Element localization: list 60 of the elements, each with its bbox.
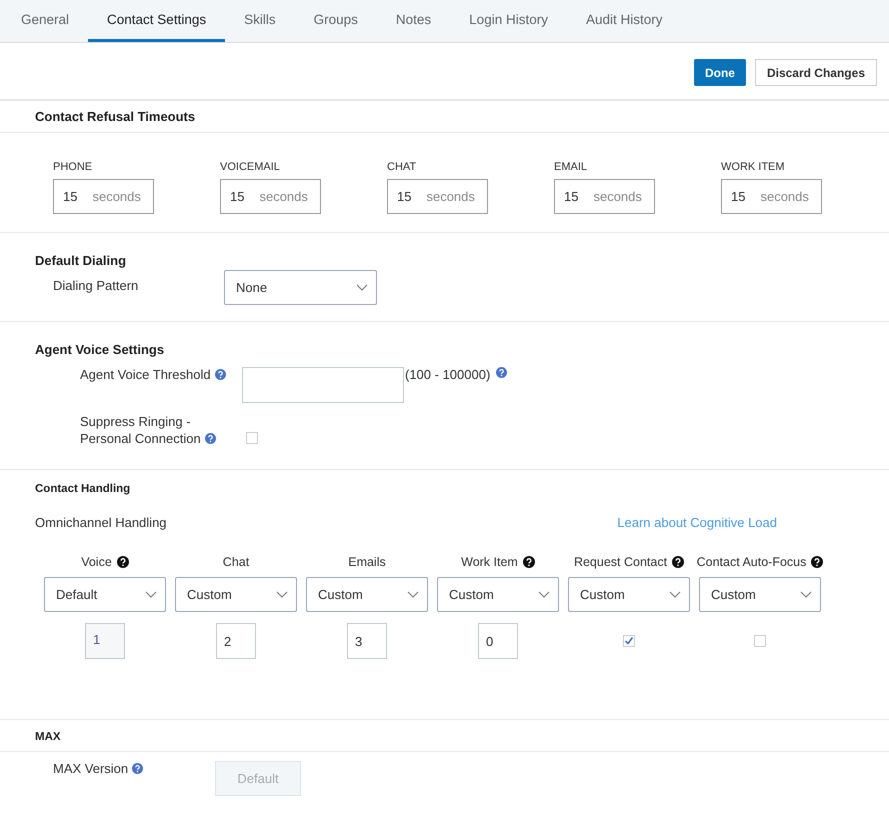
field-label: Agent Voice Threshold xyxy=(80,367,211,382)
column-label: Voice xyxy=(81,555,112,569)
input-field[interactable] xyxy=(242,367,404,403)
chevron-down-icon xyxy=(407,591,419,598)
input-field[interactable]: 15 seconds xyxy=(220,179,321,214)
input-field[interactable]: 2 xyxy=(216,623,256,659)
tab[interactable]: Contact Settings xyxy=(88,0,226,42)
chevron-down-icon xyxy=(145,591,157,598)
input-field[interactable]: 0 xyxy=(478,623,518,659)
help-icon[interactable] xyxy=(811,556,824,568)
subsection-title: Omnichannel Handling xyxy=(35,515,167,530)
field-label: Personal Connection xyxy=(80,431,201,446)
chevron-down-icon xyxy=(538,591,550,598)
dropdown[interactable]: None xyxy=(224,270,377,305)
section-title: Agent Voice Settings xyxy=(35,342,164,357)
dropdown[interactable]: Custom xyxy=(568,577,690,612)
column-label: Chat xyxy=(222,555,250,569)
dropdown[interactable]: Custom xyxy=(175,577,297,612)
chevron-down-icon xyxy=(356,284,368,291)
tab[interactable]: Skills xyxy=(225,0,295,42)
input-field[interactable]: 15 seconds xyxy=(554,179,655,214)
column-label: Request Contact xyxy=(574,555,668,569)
help-icon[interactable] xyxy=(672,556,684,568)
range-hint: (100 - 100000) xyxy=(405,367,490,382)
tab[interactable]: Groups xyxy=(294,0,377,42)
field-label: PHONE xyxy=(53,161,94,173)
field-label: Suppress Ringing - xyxy=(80,414,191,429)
dropdown[interactable]: Custom xyxy=(306,577,428,612)
field-label: MAX Version xyxy=(53,761,128,776)
input-field[interactable]: 15 seconds xyxy=(53,179,154,214)
dropdown[interactable]: Custom xyxy=(699,577,821,612)
help-icon[interactable] xyxy=(522,556,535,568)
field-label: EMAIL xyxy=(554,161,588,173)
column-label: Emails xyxy=(348,555,386,569)
field-label: VOICEMAIL xyxy=(220,161,281,173)
input-field[interactable]: 15 seconds xyxy=(721,179,822,214)
field-label: WORK ITEM xyxy=(721,161,786,173)
section-title: Contact Refusal Timeouts xyxy=(35,109,196,124)
done-button[interactable]: Done xyxy=(694,59,746,86)
tab[interactable]: Notes xyxy=(376,0,450,42)
section-title: Default Dialing xyxy=(35,253,126,268)
checkbox[interactable] xyxy=(246,432,258,444)
checkbox[interactable] xyxy=(754,635,766,647)
chevron-down-icon xyxy=(669,591,681,598)
input-field[interactable]: 15 seconds xyxy=(387,179,488,214)
discard-button[interactable]: Discard Changes xyxy=(754,59,877,86)
tab[interactable]: Login History xyxy=(450,0,567,42)
checkbox[interactable] xyxy=(623,635,635,647)
chevron-down-icon xyxy=(800,591,812,598)
column-label: Work Item xyxy=(461,555,518,569)
column-label: Contact Auto-Focus xyxy=(696,555,806,569)
tab[interactable]: Audit History xyxy=(566,0,682,42)
chevron-down-icon xyxy=(276,591,288,598)
input-field[interactable]: 3 xyxy=(347,623,387,659)
field-label: CHAT xyxy=(387,161,418,173)
section-title: MAX xyxy=(35,731,61,743)
tab[interactable]: General xyxy=(2,0,88,42)
dropdown[interactable]: Custom xyxy=(437,577,559,612)
field-label: Dialing Pattern xyxy=(52,278,140,295)
section-title: Contact Handling xyxy=(35,483,130,495)
